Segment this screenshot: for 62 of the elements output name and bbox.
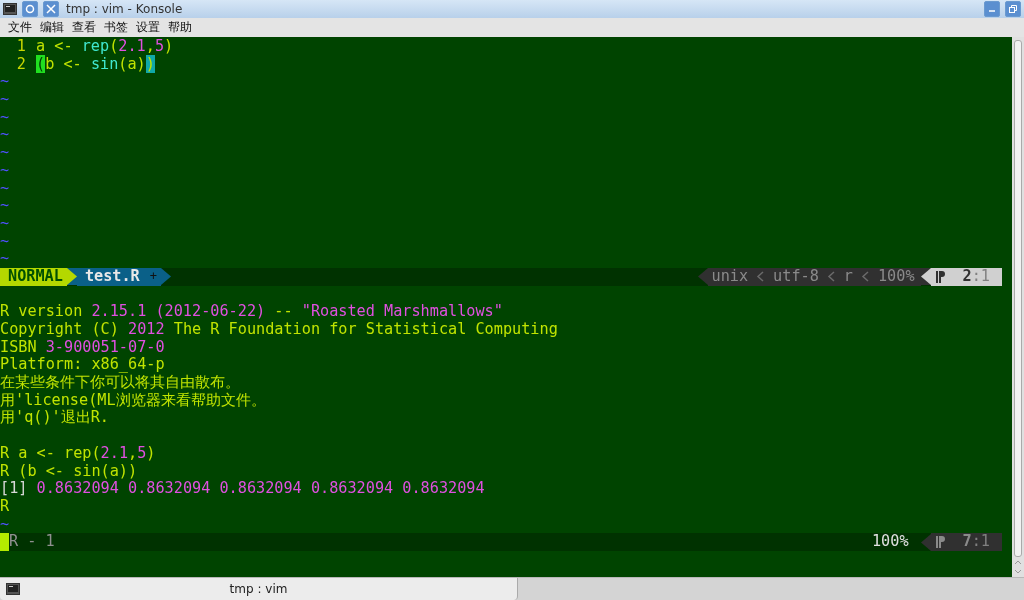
file-info: unix [711, 267, 749, 286]
scrollbar[interactable] [1012, 37, 1024, 577]
buffer-name: R - 1 [9, 533, 55, 551]
file-info: utf-8 [773, 267, 819, 286]
console-line: R version 2.15.1 (2012-06-22) -- "Roasted Marshmallows" [0, 303, 503, 321]
console-line: Platform: x86_64-p [0, 356, 165, 374]
menu-item[interactable]: 书签 [100, 19, 132, 36]
empty-line-marker: ~ [0, 161, 10, 180]
console-line: 用'q()'退出R. [0, 409, 109, 428]
terminal-icon[interactable] [3, 3, 17, 15]
empty-line-marker: ~ [0, 214, 10, 233]
line-number-icon [934, 269, 945, 284]
close-button[interactable] [43, 1, 59, 17]
file-info: r [843, 267, 853, 286]
scroll-percent: 100% [871, 533, 910, 551]
line-number-icon [934, 535, 945, 550]
console-line: 在某些条件下你可以将其自由散布。 [0, 374, 240, 392]
tab-label: tmp : vim [228, 582, 289, 596]
empty-line-marker: ~ [0, 108, 10, 127]
restore-icon [1008, 4, 1018, 14]
menu-item[interactable]: 文件 [4, 19, 36, 36]
window-title: tmp : vim - Konsole [66, 2, 183, 16]
pin-button[interactable] [22, 1, 38, 17]
console-line: ISBN 3-900051-07-0 [0, 338, 165, 357]
empty-line-marker: ~ [0, 232, 10, 251]
cursor-position: 7:1 [962, 533, 990, 551]
line-number: 2 [15, 55, 27, 74]
maximize-button[interactable] [1005, 1, 1021, 17]
menu-item[interactable]: 帮助 [164, 19, 196, 36]
empty-line-marker: ~ [0, 250, 10, 268]
console-line: R (b <- sin(a)) [0, 462, 138, 481]
scroll-up-icon[interactable] [1014, 559, 1022, 565]
menu-item[interactable]: 查看 [68, 19, 100, 36]
modified-indicator: + [149, 267, 157, 285]
code-line: (b <- sin(a)) [36, 55, 155, 74]
empty-line-marker: ~ [0, 197, 10, 215]
file-info: 100% [877, 267, 915, 286]
file-name: test.R [84, 267, 140, 286]
empty-line-marker: ~ [0, 91, 10, 109]
menu-item[interactable]: 设置 [132, 19, 164, 36]
console-line: R a <- rep(2.1,5) [0, 444, 156, 463]
console-line: [1] 0.8632094 0.8632094 0.8632094 0.8632094 0.8632094 [0, 480, 485, 498]
empty-line-marker: ~ [0, 515, 10, 534]
empty-line-marker: ~ [0, 144, 10, 162]
menu-item[interactable]: 编辑 [36, 19, 68, 36]
scroll-down-icon[interactable] [1014, 569, 1022, 575]
cursor-block [0, 533, 9, 551]
circle-icon [25, 4, 35, 14]
empty-line-marker: ~ [0, 179, 10, 198]
empty-line-marker: ~ [0, 73, 10, 92]
terminal-icon [6, 583, 20, 595]
empty-line-marker: ~ [0, 126, 10, 145]
console-line: Copyright (C) 2012 The R Foundation for Statistical Computing [0, 321, 558, 339]
terminal-tab[interactable]: tmp : vim [0, 578, 518, 600]
console-line: 用'license(ML浏览器来看帮助文件。 [0, 391, 266, 409]
cursor-position: 2:1 [962, 267, 990, 286]
minimize-button[interactable] [984, 1, 1000, 17]
console-line: R [0, 497, 10, 516]
close-icon [46, 4, 56, 14]
code-line: a <- rep(2.1,5) [36, 38, 174, 56]
scrollbar-thumb[interactable] [1014, 40, 1022, 557]
line-number: 1 [15, 38, 27, 56]
